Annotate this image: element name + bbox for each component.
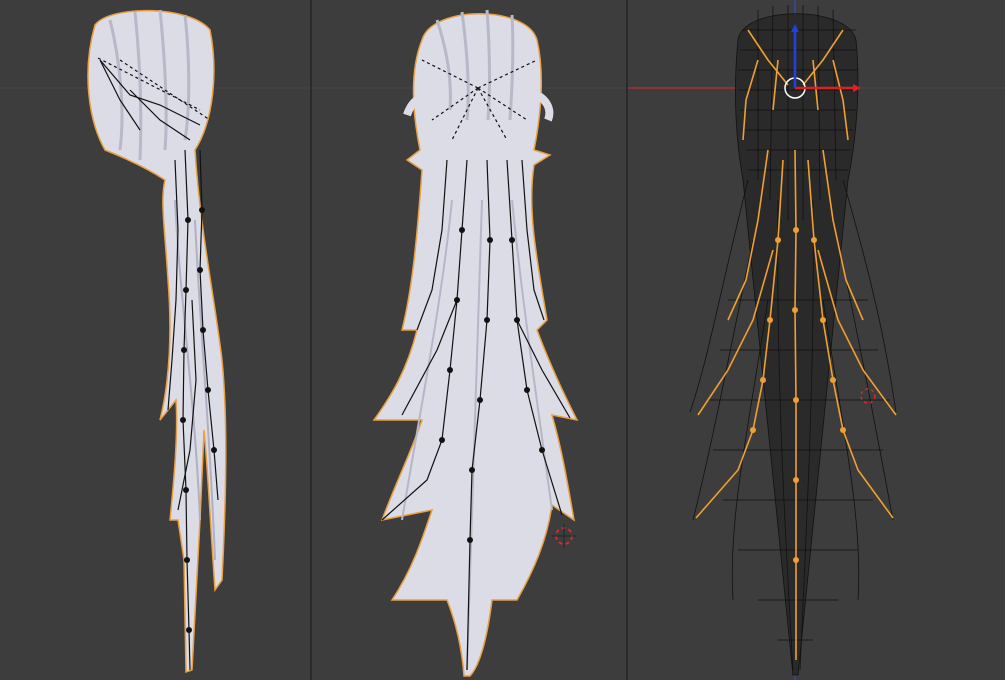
viewport-wireframe[interactable] (628, 0, 1005, 680)
hair-mesh-wireframe[interactable] (689, 5, 897, 676)
viewport-wireframe-canvas[interactable] (628, 0, 1005, 680)
hair-mesh-side[interactable] (87, 9, 227, 674)
viewport-strip (0, 0, 1005, 680)
viewport-front-canvas[interactable] (312, 0, 626, 680)
viewport-front[interactable] (312, 0, 626, 680)
3d-cursor-icon[interactable] (552, 524, 576, 548)
viewport-side[interactable] (0, 0, 310, 680)
hair-mesh-front[interactable] (372, 9, 579, 677)
viewport-side-canvas[interactable] (0, 0, 310, 680)
